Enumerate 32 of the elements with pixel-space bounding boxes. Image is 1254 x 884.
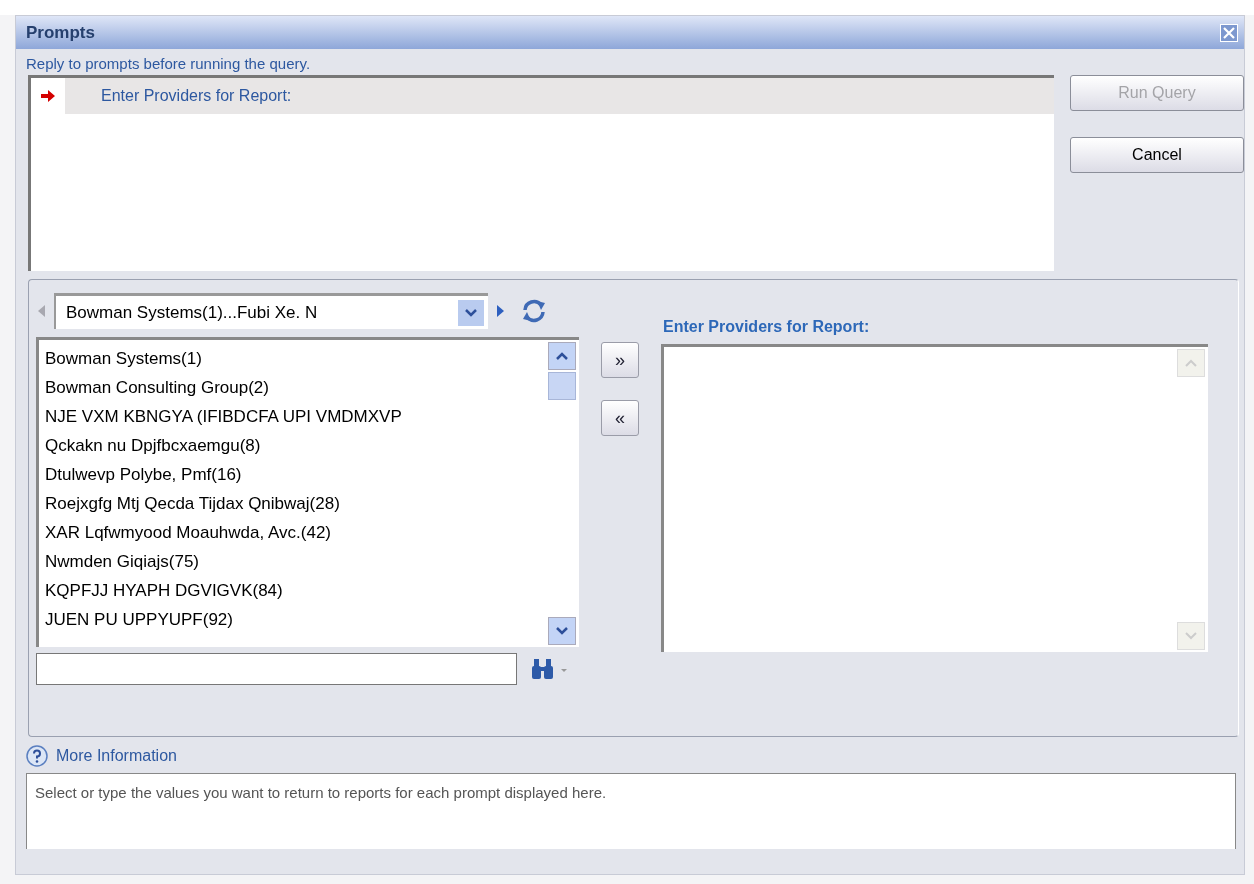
remove-button[interactable]: « <box>601 400 639 436</box>
list-item[interactable]: Bowman Systems(1) <box>39 344 545 373</box>
scroll-thumb[interactable] <box>548 372 576 400</box>
dialog-button[interactable]: Cancel <box>1070 137 1244 173</box>
list-item[interactable]: Bowman Consulting Group(2) <box>39 373 545 402</box>
scrollbar[interactable] <box>545 340 579 647</box>
list-item[interactable]: Qckakn nu Dpjfbcxaemgu(8) <box>39 431 545 460</box>
add-button[interactable]: » <box>601 342 639 378</box>
prompt-item[interactable]: Enter Providers for Report: <box>31 78 1054 114</box>
refresh-icon[interactable] <box>520 298 548 324</box>
scroll-up-icon[interactable] <box>555 351 569 361</box>
more-information-link[interactable]: More Information <box>56 747 177 765</box>
window-title: Prompts <box>26 22 95 43</box>
list-item[interactable]: NJE VXM KBNGYA (IFIBDCFA UPI VMDMXVP <box>39 402 545 431</box>
list-item[interactable]: JUEN PU UPPYUPF(92) <box>39 605 545 634</box>
instruction-text: Reply to prompts before running the query. <box>25 54 312 74</box>
caret-icon[interactable] <box>464 307 478 318</box>
help-text: Select or type the values you want to return to reports for each prompt displayed here. <box>26 773 1236 849</box>
arrow-icon <box>41 90 55 102</box>
binoculars-icon[interactable] <box>531 658 569 680</box>
list-item[interactable]: Nwmden Giqiajs(75) <box>39 547 545 576</box>
range-dropdown[interactable]: Bowman Systems(1)...Fubi Xe. N <box>54 293 488 329</box>
selected-values-header: Enter Providers for Report: <box>663 318 871 336</box>
list-item[interactable]: Roejxgfg Mtj Qecda Tijdax Qnibwaj(28) <box>39 489 545 518</box>
next-icon[interactable] <box>496 304 506 318</box>
search-field[interactable] <box>36 653 517 685</box>
list-item[interactable]: XAR Lqfwmyood Moauhwda, Avc.(42) <box>39 518 545 547</box>
list-item[interactable]: Dtulwevp Polybe, Pmf(16) <box>39 460 545 489</box>
scroll-down-icon[interactable] <box>555 626 569 636</box>
close-icon[interactable] <box>1220 23 1238 42</box>
list-item[interactable]: KQPFJJ HYAPH DGVIGVK(84) <box>39 576 545 605</box>
help-icon <box>26 745 48 767</box>
